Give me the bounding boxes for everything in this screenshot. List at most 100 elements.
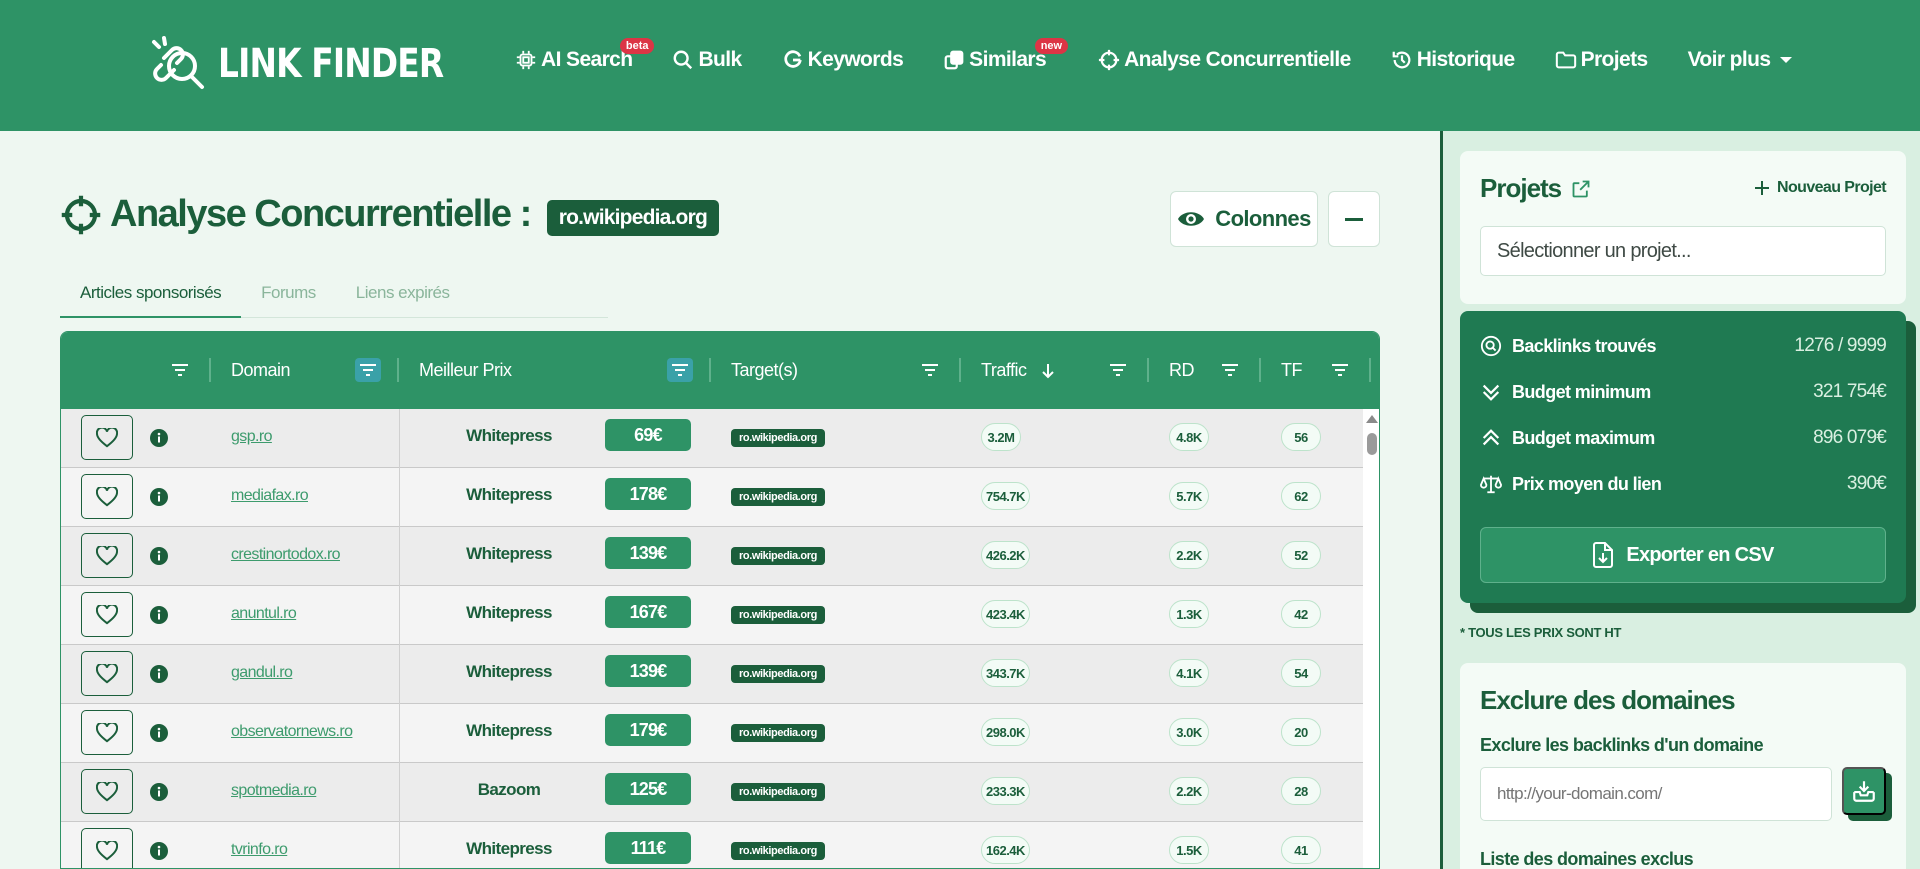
provider-name: Whitepress [466,839,552,858]
exclude-domain-input[interactable] [1480,767,1832,821]
stat-value: 1276 / 9999 [1794,335,1886,356]
tab-articles-sponsorises[interactable]: Articles sponsorisés [60,273,242,318]
domain-link[interactable]: gandul.ro [231,664,293,682]
prices-ht-note: * TOUS LES PRIX SONT HT [1460,625,1622,640]
header-separator [1369,358,1371,382]
filter-icon[interactable] [667,358,693,382]
domain-link[interactable]: tvrinfo.ro [231,841,288,859]
favorite-button[interactable] [81,710,133,755]
scroll-thumb[interactable] [1367,433,1377,455]
tab-liens-expires[interactable]: Liens expirés [336,273,470,318]
new-project-label: Nouveau Projet [1777,179,1887,196]
price-badge[interactable]: 167€ [605,596,691,628]
nav-similars-label: Similars [969,48,1047,71]
header-domain[interactable]: Domain [231,332,291,409]
tab-forums[interactable]: Forums [241,273,336,318]
header-price[interactable]: Meilleur Prix [419,332,512,409]
stat-value: 321 754€ [1813,381,1887,402]
nav-projets[interactable]: Projets [1555,48,1648,72]
favorite-button[interactable] [81,769,133,814]
target-chip: ro.wikipedia.org [731,488,825,506]
link-finder-logo-icon [152,36,204,89]
new-badge: new [1034,38,1069,54]
favorite-button[interactable] [81,415,133,460]
traffic-pill: 298.0K [981,718,1030,746]
price-badge[interactable]: 178€ [605,478,691,510]
info-icon[interactable] [149,841,169,861]
traffic-pill: 3.2M [981,423,1021,451]
info-icon[interactable] [149,546,169,566]
info-icon[interactable] [149,664,169,684]
scroll-up-arrow-icon[interactable] [1366,415,1378,423]
favorite-button[interactable] [81,651,133,696]
info-icon[interactable] [149,428,169,448]
info-icon[interactable] [149,605,169,625]
nav-bulk[interactable]: Bulk [672,48,742,72]
projects-title: Projets [1480,173,1591,204]
brand-logo[interactable]: LINK FINDER [150,36,493,92]
price-badge[interactable]: 111€ [605,832,691,864]
tabs: Articles sponsorisés Forums Liens expiré… [60,273,608,318]
provider-name: Bazoom [477,780,541,799]
header-target[interactable]: Target(s) [731,332,798,409]
project-select[interactable]: Sélectionner un projet... [1480,226,1886,276]
domain-link[interactable]: gsp.ro [231,428,272,446]
tf-pill: 52 [1281,541,1321,569]
nav-keywords[interactable]: Keywords [782,48,904,72]
domain-link[interactable]: anuntul.ro [231,605,297,623]
filter-icon[interactable] [1327,358,1353,382]
domain-link[interactable]: observatornews.ro [231,723,353,741]
new-project-button[interactable]: Nouveau Projet [1755,179,1887,197]
collapse-button[interactable] [1328,191,1380,247]
filter-icon[interactable] [917,358,943,382]
domain-link[interactable]: spotmedia.ro [231,782,317,800]
header-separator [959,358,961,382]
stat-backlinks: Backlinks trouvés 1276 / 9999 [1480,331,1887,361]
info-icon[interactable] [149,487,169,507]
scale-icon [1480,475,1502,494]
price-badge[interactable]: 139€ [605,655,691,687]
price-badge[interactable]: 139€ [605,537,691,569]
external-link-icon[interactable] [1571,179,1591,199]
traffic-pill: 162.4K [981,836,1030,864]
heart-icon [96,722,118,742]
exclude-submit-button[interactable] [1842,767,1886,815]
price-badge[interactable]: 179€ [605,714,691,746]
nav-historique[interactable]: Historique [1391,48,1515,72]
favorite-button[interactable] [81,533,133,578]
column-divider [399,822,400,868]
nav-ai-search[interactable]: AI Search beta [515,38,655,72]
double-chevron-up-icon [1482,429,1500,446]
columns-button[interactable]: Colonnes [1170,191,1318,247]
info-icon[interactable] [149,782,169,802]
domain-link[interactable]: mediafax.ro [231,487,309,505]
filter-icon[interactable] [167,358,193,382]
domain-link[interactable]: crestinortodox.ro [231,546,341,564]
export-csv-button[interactable]: Exporter en CSV [1480,527,1886,583]
info-icon[interactable] [149,723,169,743]
filter-icon[interactable] [1105,358,1131,382]
nav-analyse-label: Analyse Concurrentielle [1124,48,1351,71]
price-badge[interactable]: 69€ [605,419,691,451]
filter-icon[interactable] [1217,358,1243,382]
header-rd[interactable]: RD [1169,332,1195,409]
price-badge[interactable]: 125€ [605,773,691,805]
target-chip: ro.wikipedia.org [731,842,825,860]
table-scrollbar[interactable] [1363,409,1379,868]
heart-icon [96,545,118,565]
nav-analyse-concurrentielle[interactable]: Analyse Concurrentielle [1098,48,1351,72]
filter-icon[interactable] [355,358,381,382]
projects-title-text: Projets [1480,173,1562,203]
tf-pill: 62 [1281,482,1321,510]
header-tf[interactable]: TF [1281,332,1303,409]
exclude-domains-card: Exclure des domaines Exclure les backlin… [1460,663,1906,869]
traffic-pill: 423.4K [981,600,1030,628]
page-title: Analyse Concurrentielle : ro.wikipedia.o… [60,193,719,236]
favorite-button[interactable] [81,474,133,519]
stat-label: Budget maximum [1512,427,1655,448]
favorite-button[interactable] [81,592,133,637]
nav-voir-plus[interactable]: Voir plus [1688,48,1793,72]
favorite-button[interactable] [81,828,133,868]
header-traffic[interactable]: Traffic [981,332,1057,409]
nav-similars[interactable]: Similars new [943,38,1069,72]
